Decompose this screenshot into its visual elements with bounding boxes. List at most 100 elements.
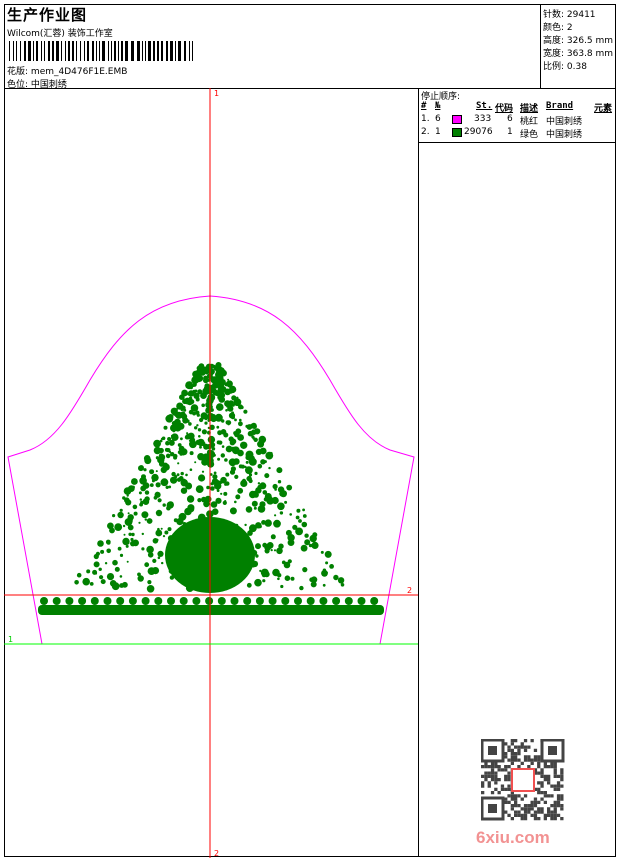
embroidery-stitch xyxy=(179,452,183,456)
embroidery-stitch xyxy=(284,575,291,581)
qr-module xyxy=(533,810,538,814)
qr-module xyxy=(484,771,488,775)
qr-module xyxy=(553,800,557,804)
embroidery-stitch xyxy=(281,560,286,565)
table-row[interactable]: 2. 1 29076 1 绿色 中国刺绣 xyxy=(421,127,615,140)
qr-module xyxy=(510,807,514,811)
qr-module xyxy=(481,791,485,795)
qr-module xyxy=(504,755,508,759)
embroidery-stitch xyxy=(262,542,268,548)
embroidery-stitch xyxy=(126,560,129,563)
color-swatch xyxy=(452,128,462,137)
embroidery-stitch xyxy=(189,451,194,456)
embroidery-stitch xyxy=(221,445,225,448)
qr-module xyxy=(481,774,485,778)
qr-module xyxy=(556,813,561,817)
qr-module xyxy=(523,755,528,759)
qr-module xyxy=(550,810,554,814)
embroidery-stitch xyxy=(226,420,232,425)
qr-module xyxy=(510,755,514,759)
qr-module xyxy=(490,768,495,772)
qr-module xyxy=(504,768,508,772)
qr-module xyxy=(543,813,547,817)
embroidery-stitch xyxy=(238,404,243,410)
embroidery-stitch xyxy=(138,521,141,524)
embroidery-stitch xyxy=(296,508,301,513)
embroidery-stitch xyxy=(237,434,245,441)
qr-module xyxy=(481,765,485,769)
embroidery-stitch xyxy=(190,385,193,388)
qr-module xyxy=(556,787,561,791)
embroidery-stitch xyxy=(131,485,135,489)
qr-module xyxy=(504,810,508,814)
qr-module xyxy=(553,810,557,814)
embroidery-stitch xyxy=(235,428,242,435)
embroidery-stitch xyxy=(153,446,162,455)
embroidery-stitch xyxy=(312,532,318,538)
embroidery-stitch xyxy=(340,583,345,587)
embroidery-stitch xyxy=(179,394,185,401)
embroidery-stitch xyxy=(214,480,221,487)
table-row[interactable]: 1. 6 333 6 桃红 中国刺绣 xyxy=(421,114,615,127)
embroidery-stitch xyxy=(265,451,274,460)
qr-module xyxy=(560,778,564,782)
embroidery-stitch xyxy=(203,443,210,450)
embroidery-stitch xyxy=(171,421,176,426)
qr-module xyxy=(494,765,498,769)
embroidery-stitch xyxy=(157,550,164,558)
qr-module xyxy=(484,765,488,769)
embroidery-border-flower xyxy=(268,597,277,605)
embroidery-stitch xyxy=(144,496,150,502)
embroidery-stitch xyxy=(180,408,184,411)
qr-module xyxy=(537,800,541,804)
embroidery-stitch xyxy=(180,411,186,417)
qr-module xyxy=(547,794,551,798)
embroidery-border-flower xyxy=(332,597,341,605)
embroidery-stitch xyxy=(158,482,161,485)
qr-module xyxy=(514,810,518,814)
embroidery-stitch xyxy=(155,509,163,517)
qr-module xyxy=(523,758,528,762)
embroidery-stitch xyxy=(170,424,178,432)
embroidery-stitch xyxy=(290,576,295,581)
qr-module xyxy=(514,813,518,817)
qr-module xyxy=(540,810,544,814)
embroidery-stitch xyxy=(155,470,158,473)
embroidery-stitch xyxy=(159,439,163,443)
embroidery-stitch xyxy=(165,453,171,459)
embroidery-stitch xyxy=(214,413,223,422)
embroidery-stitch xyxy=(119,575,123,578)
embroidery-stitch xyxy=(231,411,235,415)
embroidery-stitch xyxy=(140,485,147,492)
embroidery-stitch xyxy=(257,482,261,485)
embroidery-stitch xyxy=(189,468,193,472)
embroidery-stitch xyxy=(139,477,147,485)
embroidery-stitch xyxy=(254,428,261,435)
embroidery-stitch xyxy=(257,463,263,469)
embroidery-stitch xyxy=(201,496,207,503)
embroidery-stitch xyxy=(251,500,258,507)
embroidery-stitch xyxy=(271,496,279,505)
qr-module xyxy=(504,742,508,746)
embroidery-stitch xyxy=(155,491,159,495)
qr-module xyxy=(490,778,495,782)
qr-module xyxy=(543,778,547,782)
embroidery-stitch xyxy=(171,433,179,442)
embroidery-stitch xyxy=(268,466,271,470)
embroidery-stitch xyxy=(170,407,178,415)
qr-module xyxy=(494,774,498,778)
embroidery-stitch xyxy=(238,421,243,427)
qr-module xyxy=(537,791,541,795)
qr-module xyxy=(514,745,518,749)
embroidery-stitch xyxy=(235,494,241,500)
qr-module xyxy=(540,771,544,775)
embroidery-stitch xyxy=(171,440,175,444)
embroidery-stitch xyxy=(174,475,178,479)
embroidery-border-flower xyxy=(357,597,366,605)
qr-module xyxy=(523,804,528,808)
qr-module xyxy=(497,778,501,782)
qr-module xyxy=(500,787,505,791)
embroidery-stitch xyxy=(204,383,210,389)
embroidery-stitch xyxy=(274,488,277,491)
embroidery-stitch xyxy=(180,487,188,494)
